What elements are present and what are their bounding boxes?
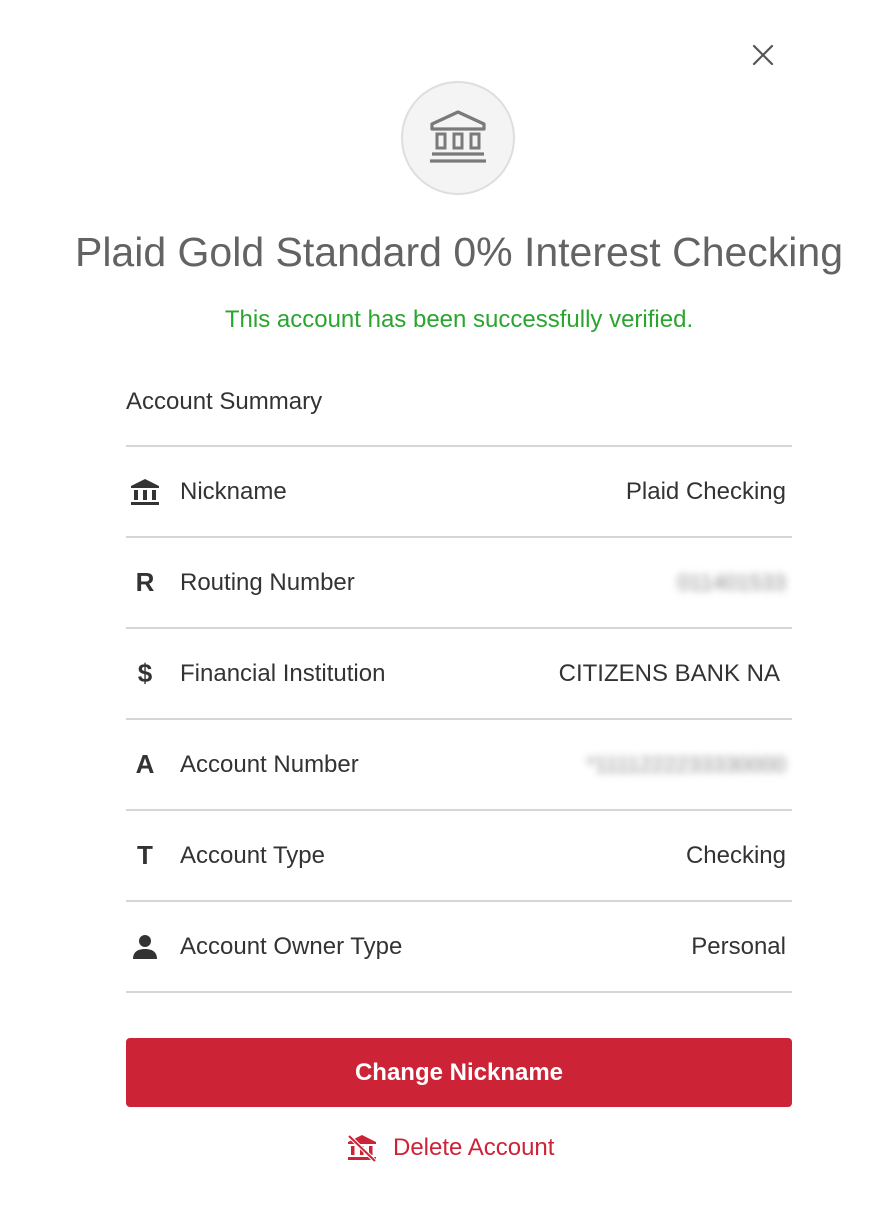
change-nickname-button[interactable]: Change Nickname	[126, 1038, 792, 1107]
letter-a-icon: A	[135, 749, 155, 779]
summary-row-label: Account Owner Type	[180, 932, 403, 960]
summary-row-label: Financial Institution	[180, 659, 386, 687]
summary-row-account-number: A Account Number *1111222233330000	[126, 720, 792, 811]
close-icon	[752, 44, 774, 66]
summary-row-routing-number: R Routing Number 011401533	[126, 538, 792, 629]
summary-row-value: 011401533	[677, 569, 787, 595]
summary-row-label: Account Number	[180, 750, 359, 778]
delete-account-link[interactable]: Delete Account	[345, 1128, 554, 1168]
summary-row-account-type: T Account Type Checking	[126, 811, 792, 902]
close-button[interactable]	[745, 37, 781, 73]
verified-message: This account has been successfully verif…	[224, 306, 694, 333]
person-icon	[126, 931, 164, 963]
summary-row-value: Personal	[691, 932, 786, 960]
summary-row-account-owner-type: Account Owner Type Personal	[126, 902, 792, 993]
summary-row-label: Nickname	[180, 477, 287, 505]
delete-account-label: Delete Account	[393, 1134, 555, 1161]
letter-t-icon: T	[137, 840, 153, 870]
summary-row-financial-institution: $ Financial Institution CITIZENS BANK NA	[126, 629, 792, 720]
summary-row-label: Routing Number	[180, 568, 355, 596]
summary-row-value: Plaid Checking	[625, 477, 786, 505]
bank-icon	[126, 476, 164, 508]
summary-row-label: Account Type	[180, 841, 325, 869]
summary-row-value: *1111222233330000	[586, 751, 786, 777]
account-details-modal: Plaid Gold Standard 0% Interest Checking…	[0, 0, 885, 1209]
bank-icon	[430, 110, 486, 163]
bank-avatar	[401, 81, 515, 195]
summary-row-value: Checking	[685, 841, 786, 869]
account-summary: Account Summary Nickname Plaid Checking …	[126, 370, 792, 993]
bank-delete-icon	[345, 1132, 379, 1164]
summary-row-value: CITIZENS BANK NA	[558, 659, 780, 687]
summary-heading: Account Summary	[126, 370, 792, 447]
dollar-icon: $	[137, 658, 153, 688]
letter-r-icon: R	[135, 567, 155, 597]
account-title: Plaid Gold Standard 0% Interest Checking	[74, 229, 844, 275]
summary-row-nickname: Nickname Plaid Checking	[126, 447, 792, 538]
